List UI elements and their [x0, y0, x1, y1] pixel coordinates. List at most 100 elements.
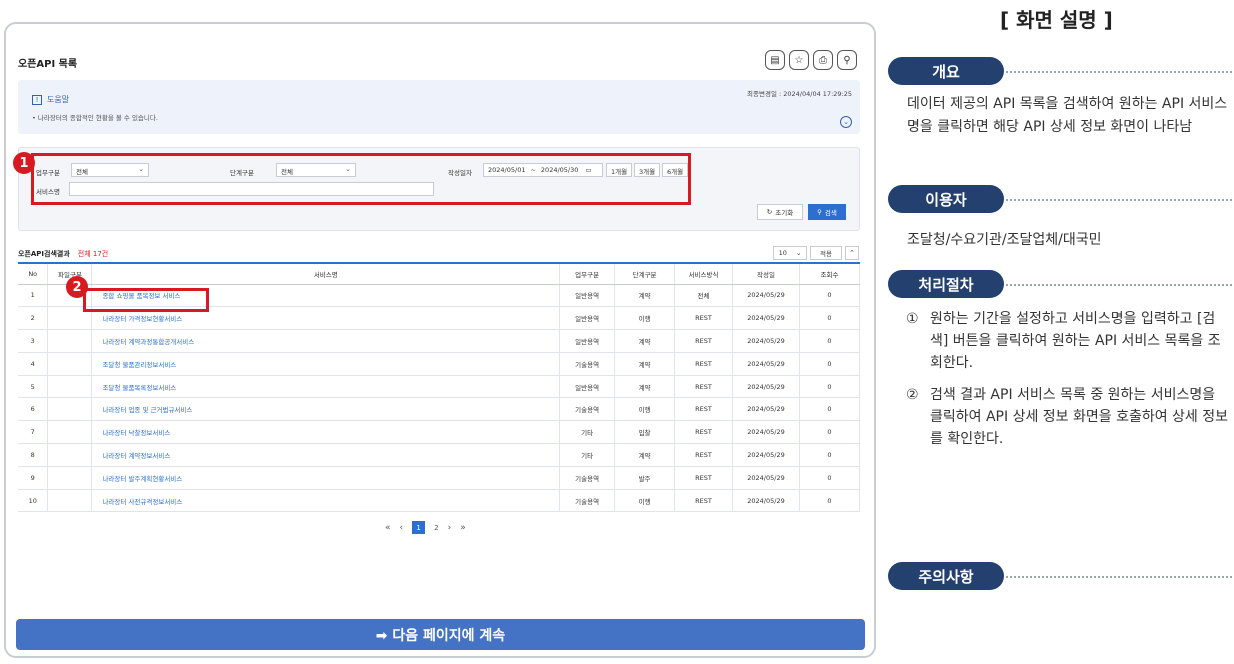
- cell-date: 2024/05/29: [732, 443, 800, 467]
- cell-views: 0: [798, 466, 861, 490]
- page-size-select[interactable]: 10 ⌄: [773, 246, 807, 260]
- cell-views: 0: [798, 420, 861, 445]
- cell-date: 2024/05/29: [732, 489, 800, 513]
- refresh-icon: ↻: [766, 208, 773, 216]
- cell-date: 2024/05/29: [732, 306, 800, 331]
- chevron-up-icon[interactable]: ⌃: [845, 246, 859, 260]
- last-page-icon[interactable]: »: [460, 523, 466, 533]
- first-page-icon[interactable]: «: [385, 523, 391, 533]
- chevron-down-icon: ⌄: [795, 249, 802, 257]
- col-task: 업무구분: [559, 262, 616, 285]
- cell-method: REST: [674, 306, 734, 331]
- cell-date: 2024/05/29: [732, 352, 800, 376]
- cell-service-link[interactable]: 조달청 물품관리정보서비스: [91, 352, 560, 376]
- search-button[interactable]: ⚲ 검색: [808, 204, 846, 220]
- col-service: 서비스명: [91, 262, 560, 285]
- page-title: 오픈API 목록: [18, 59, 78, 70]
- cell-service-link[interactable]: 나라장터 사전규격정보서비스: [91, 489, 560, 513]
- overview-title: 개요: [888, 57, 1004, 85]
- cell-views: 0: [798, 284, 861, 308]
- cell-stage: 이행: [614, 489, 675, 513]
- process-step-1: ① 원하는 기간을 설정하고 서비스명을 입력하고 [검색] 버튼을 클릭하여 …: [906, 308, 1232, 374]
- cell-method: REST: [674, 420, 734, 445]
- cell-service-link[interactable]: 나라장터 계약과정통합공개서비스: [91, 329, 560, 353]
- cell-date: 2024/05/29: [732, 397, 800, 422]
- page-button[interactable]: 2: [434, 524, 438, 532]
- continue-banner: ➡ 다음 페이지에 계속: [16, 619, 865, 650]
- process-step-2: ② 검색 결과 API 서비스 목록 중 원하는 서비스명을 클릭하여 API …: [906, 384, 1232, 450]
- cell-views: 0: [798, 352, 861, 376]
- highlight-box-2: [83, 288, 209, 312]
- cell-service-link[interactable]: 나라장터 계약정보서비스: [91, 443, 560, 467]
- help-box: ! 도움말 • 나라장터의 종합적인 현황을 볼 수 있습니다. 최종변경일 :…: [18, 80, 860, 134]
- cell-task: 일반용역: [559, 306, 616, 331]
- cell-task: 기술용역: [559, 489, 616, 513]
- step-badge-1: 1: [13, 152, 35, 174]
- cell-task: 일반용역: [559, 284, 616, 308]
- cell-views: 0: [798, 306, 861, 331]
- cell-file: [47, 352, 93, 376]
- table-row: 6 나라장터 업종 및 근거법규서비스 기술용역 이행 REST 2024/05/29 0: [18, 397, 861, 422]
- cell-method: 전체: [674, 284, 734, 308]
- prev-page-icon[interactable]: ‹: [400, 523, 404, 533]
- cell-no: 6: [18, 397, 48, 422]
- page-button-current[interactable]: 1: [412, 521, 426, 534]
- cell-task: 기타: [559, 420, 616, 445]
- cell-file: [47, 375, 93, 399]
- table-header: No 파일구분 서비스명 업무구분 단계구분 서비스방식 작성일 조회수: [18, 262, 861, 285]
- cell-service-link[interactable]: 나라장터 발주계획현황서비스: [91, 466, 560, 490]
- cell-method: REST: [674, 375, 734, 399]
- cell-file: [47, 420, 93, 445]
- divider: [1006, 71, 1232, 73]
- divider: [1006, 199, 1232, 201]
- cell-no: 8: [18, 443, 48, 467]
- cell-method: REST: [674, 397, 734, 422]
- result-count: 전체 17건: [77, 250, 109, 258]
- users-text: 조달청/수요기관/조달업체/대국민: [907, 232, 1102, 248]
- cell-views: 0: [798, 397, 861, 422]
- step-2-marker: ②: [906, 387, 919, 403]
- col-date: 작성일: [732, 262, 800, 285]
- reset-button[interactable]: ↻ 초기화: [757, 204, 803, 220]
- step-1-marker: ①: [906, 311, 919, 327]
- divider: [1006, 284, 1232, 286]
- cell-stage: 이행: [614, 397, 675, 422]
- cell-method: REST: [674, 466, 734, 490]
- cell-no: 7: [18, 420, 48, 445]
- highlight-box-1: [31, 153, 691, 205]
- cell-views: 0: [798, 329, 861, 353]
- cell-method: REST: [674, 352, 734, 376]
- bookmark-icon[interactable]: ▤: [765, 50, 785, 70]
- cell-date: 2024/05/29: [732, 420, 800, 445]
- toolbar: ▤ ☆ ⎙ ⚲: [765, 50, 857, 70]
- cell-service-link[interactable]: 나라장터 업종 및 근거법규서비스: [91, 397, 560, 422]
- table-row: 3 나라장터 계약과정통합공개서비스 일반용역 계약 REST 2024/05/29 0: [18, 329, 861, 353]
- users-title: 이용자: [888, 185, 1004, 213]
- chevron-down-icon[interactable]: ⌄: [840, 116, 852, 128]
- help-text: • 나라장터의 종합적인 현황을 볼 수 있습니다.: [32, 114, 158, 122]
- table-row: 8 나라장터 계약정보서비스 기타 계약 REST 2024/05/29 0: [18, 443, 861, 467]
- reset-label: 초기화: [775, 209, 794, 217]
- cell-method: REST: [674, 489, 734, 513]
- cell-service-link[interactable]: 나라장터 낙찰정보서비스: [91, 420, 560, 445]
- cell-stage: 계약: [614, 443, 675, 467]
- help-title-label: 도움말: [47, 95, 70, 104]
- star-icon[interactable]: ☆: [789, 50, 809, 70]
- result-title: 오픈API검색결과 전체 17건: [18, 249, 108, 259]
- apply-button[interactable]: 적용: [810, 246, 842, 260]
- cell-service-link[interactable]: 조달청 물품목록정보서비스: [91, 375, 560, 399]
- table-row: 10 나라장터 사전규격정보서비스 기술용역 이행 REST 2024/05/29 0: [18, 489, 861, 513]
- search-icon[interactable]: ⚲: [837, 50, 857, 70]
- cell-no: 5: [18, 375, 48, 399]
- pagination: « ‹ 1 2 › »: [385, 521, 466, 534]
- cell-date: 2024/05/29: [732, 329, 800, 353]
- print-icon[interactable]: ⎙: [813, 50, 833, 70]
- search-icon: ⚲: [817, 208, 822, 216]
- next-page-icon[interactable]: ›: [448, 523, 452, 533]
- description-heading: [ 화면 설명 ]: [1000, 8, 1113, 32]
- table-row: 9 나라장터 발주계획현황서비스 기술용역 발주 REST 2024/05/29 0: [18, 466, 861, 490]
- step-2-text: 검색 결과 API 서비스 목록 중 원하는 서비스명을 클릭하여 API 상세…: [930, 387, 1229, 447]
- col-method: 서비스방식: [674, 262, 734, 285]
- cell-file: [47, 466, 93, 490]
- cell-no: 4: [18, 352, 48, 376]
